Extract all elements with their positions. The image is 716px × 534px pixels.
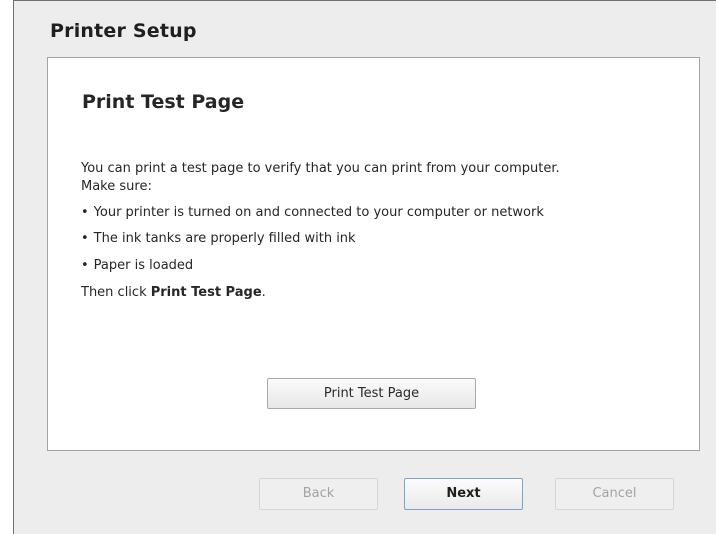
panel-heading: Print Test Page	[82, 91, 245, 113]
back-button[interactable]: Back	[259, 478, 378, 510]
intro-text-line-2: Make sure:	[81, 179, 152, 194]
intro-text-line-1: You can print a test page to verify that…	[81, 161, 560, 176]
dialog-title: Printer Setup	[50, 20, 197, 42]
bullet-item: • Paper is loaded	[81, 258, 193, 273]
print-test-page-button[interactable]: Print Test Page	[267, 378, 476, 409]
bullet-icon: •	[81, 231, 89, 246]
cancel-button[interactable]: Cancel	[555, 478, 674, 510]
instruction-text: Then click Print Test Page.	[81, 285, 266, 300]
bullet-item: • Your printer is turned on and connected…	[81, 205, 544, 220]
instruction-prefix: Then click	[81, 285, 151, 300]
instruction-suffix: .	[261, 285, 266, 300]
bullet-icon: •	[81, 258, 89, 273]
bullet-text: Your printer is turned on and connected …	[93, 205, 544, 220]
bullet-text: The ink tanks are properly filled with i…	[93, 231, 356, 246]
bullet-text: Paper is loaded	[93, 258, 194, 273]
bullet-item: • The ink tanks are properly filled with …	[81, 231, 356, 246]
next-button[interactable]: Next	[404, 478, 523, 510]
bullet-icon: •	[81, 205, 89, 220]
printer-setup-window: Printer Setup Print Test Page You can pr…	[13, 0, 716, 534]
instruction-emphasis: Print Test Page	[150, 285, 262, 300]
